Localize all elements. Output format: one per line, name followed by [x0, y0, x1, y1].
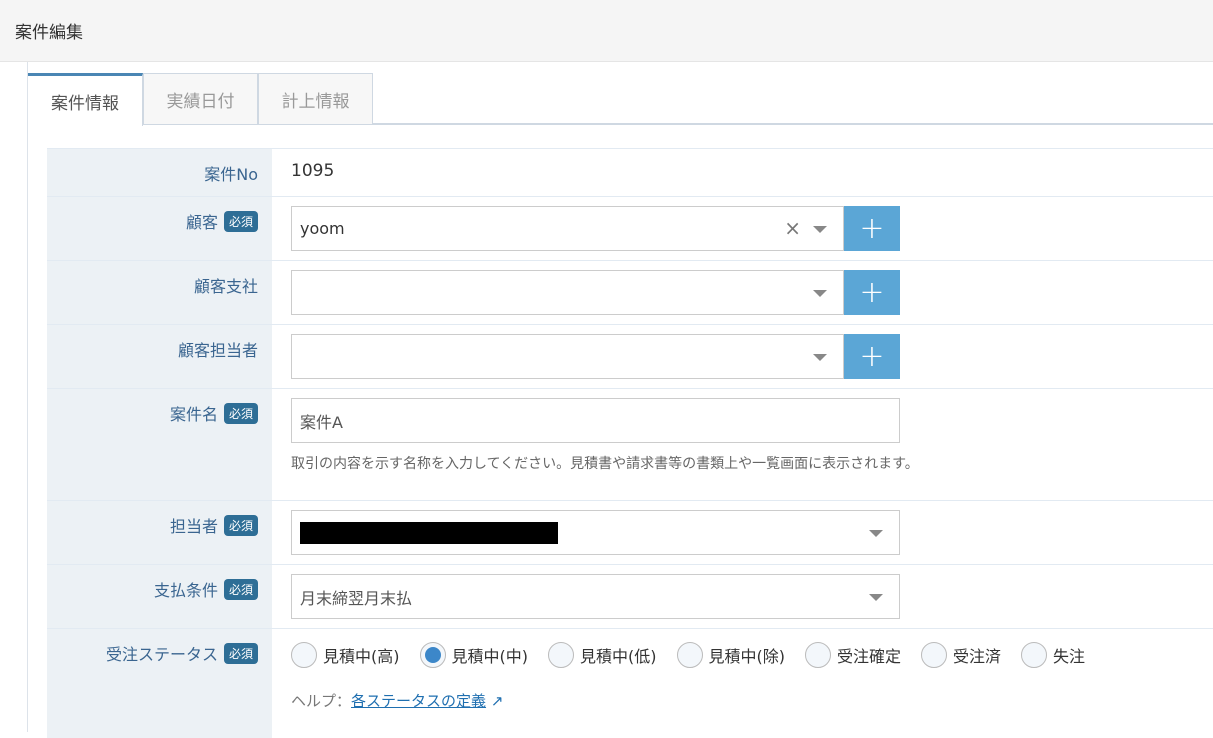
required-badge: 必須: [223, 643, 258, 664]
radio-button[interactable]: [921, 642, 948, 668]
status-radio-option[interactable]: 失注: [1021, 642, 1085, 668]
customer-select[interactable]: yoom ×: [291, 206, 844, 251]
radio-label: 見積中(低): [580, 647, 657, 666]
tab-case-info[interactable]: 案件情報: [28, 73, 143, 126]
status-radio-option[interactable]: 見積中(除): [676, 642, 786, 668]
tab-bar: 案件情報 実績日付 計上情報: [28, 73, 1213, 126]
chevron-down-icon: [869, 530, 883, 537]
order-status-radio-group: 見積中(高) 見積中(中) 見積中(低) 見積中(除) 受注確定 受注済 失注: [291, 638, 1213, 668]
required-badge: 必須: [223, 211, 258, 232]
row-customer-branch: 顧客支社 +: [47, 260, 1213, 324]
tab-actual-dates[interactable]: 実績日付: [143, 73, 258, 124]
payment-terms-select[interactable]: 月末締翌月末払: [291, 574, 900, 619]
chevron-down-icon: [813, 290, 827, 297]
radio-label: 受注済: [953, 647, 1002, 666]
redacted-value: [300, 522, 558, 544]
radio-label: 受注確定: [837, 647, 902, 666]
required-badge: 必須: [223, 515, 258, 536]
status-radio-option[interactable]: 見積中(低): [548, 642, 657, 668]
order-status-label: 受注ステータス: [105, 645, 218, 664]
radio-label: 見積中(除): [708, 647, 786, 666]
payment-terms-label: 支払条件: [153, 581, 218, 600]
external-link-icon: ↗: [490, 692, 504, 710]
help-line: ヘルプ：各ステータスの定義 ↗: [291, 690, 1213, 711]
row-case-no: 案件No 1095: [47, 148, 1213, 196]
radio-button[interactable]: [548, 642, 574, 668]
radio-button[interactable]: [676, 642, 703, 668]
add-customer-contact-button[interactable]: +: [844, 334, 900, 379]
customer-label: 顧客: [185, 213, 218, 232]
form-table: 案件No 1095 顧客 必須 yoom × + 顧客支社 + 顧客担当者 + 案件名…: [47, 148, 1213, 738]
help-label: ヘルプ：: [291, 692, 352, 710]
case-name-hint: 取引の内容を示す名称を入力してください。見積書や請求書等の書類上や一覧画面に表示…: [291, 456, 919, 472]
tab-accounting-info[interactable]: 計上情報: [258, 73, 373, 124]
radio-label: 見積中(中): [451, 647, 529, 666]
radio-label: 見積中(高): [323, 647, 400, 666]
required-badge: 必須: [223, 403, 258, 424]
case-no-value: 1095: [291, 161, 335, 181]
page-header: 案件編集: [0, 0, 1213, 62]
radio-button[interactable]: [419, 642, 446, 668]
row-order-status: 受注ステータス 必須 見積中(高) 見積中(中) 見積中(低) 見積中(除) 受注確定 受注…: [47, 628, 1213, 738]
customer-contact-label: 顧客担当者: [177, 341, 258, 360]
case-no-label: 案件No: [204, 165, 258, 184]
edit-panel: 案件情報 実績日付 計上情報 案件No 1095 顧客 必須 yoom × + 顧客支…: [27, 62, 1213, 738]
radio-button[interactable]: [291, 642, 317, 668]
customer-contact-select[interactable]: [291, 334, 844, 379]
row-owner: 担当者 必須: [47, 500, 1213, 564]
required-badge: 必須: [223, 579, 258, 600]
row-customer: 顧客 必須 yoom × +: [47, 196, 1213, 260]
row-payment-terms: 支払条件 必須 月末締翌月末払: [47, 564, 1213, 628]
radio-label: 失注: [1053, 647, 1086, 666]
owner-select[interactable]: [291, 510, 900, 555]
row-customer-contact: 顧客担当者 +: [47, 324, 1213, 388]
chevron-down-icon: [869, 594, 883, 601]
clear-icon[interactable]: ×: [784, 216, 801, 240]
status-radio-option[interactable]: 見積中(中): [419, 642, 529, 668]
customer-branch-label: 顧客支社: [193, 277, 258, 296]
radio-button[interactable]: [805, 642, 831, 668]
radio-button[interactable]: [1021, 642, 1048, 668]
chevron-down-icon: [813, 226, 827, 233]
status-definition-link[interactable]: 各ステータスの定義: [351, 692, 486, 710]
owner-label: 担当者: [169, 517, 218, 536]
add-customer-button[interactable]: +: [844, 206, 900, 251]
status-radio-option[interactable]: 受注済: [921, 642, 1001, 668]
case-name-label: 案件名: [169, 405, 218, 424]
row-case-name: 案件名 必須 案件A 取引の内容を示す名称を入力してください。見積書や請求書等の書類…: [47, 388, 1213, 500]
payment-terms-value: 月末締翌月末払: [300, 588, 413, 608]
status-radio-option[interactable]: 受注確定: [805, 642, 901, 668]
customer-branch-select[interactable]: [291, 270, 844, 315]
page-title: 案件編集: [15, 23, 83, 43]
customer-value: yoom: [300, 219, 345, 238]
case-name-input[interactable]: 案件A: [291, 398, 900, 443]
add-customer-branch-button[interactable]: +: [844, 270, 900, 315]
status-radio-option[interactable]: 見積中(高): [291, 642, 400, 668]
chevron-down-icon: [813, 354, 827, 361]
